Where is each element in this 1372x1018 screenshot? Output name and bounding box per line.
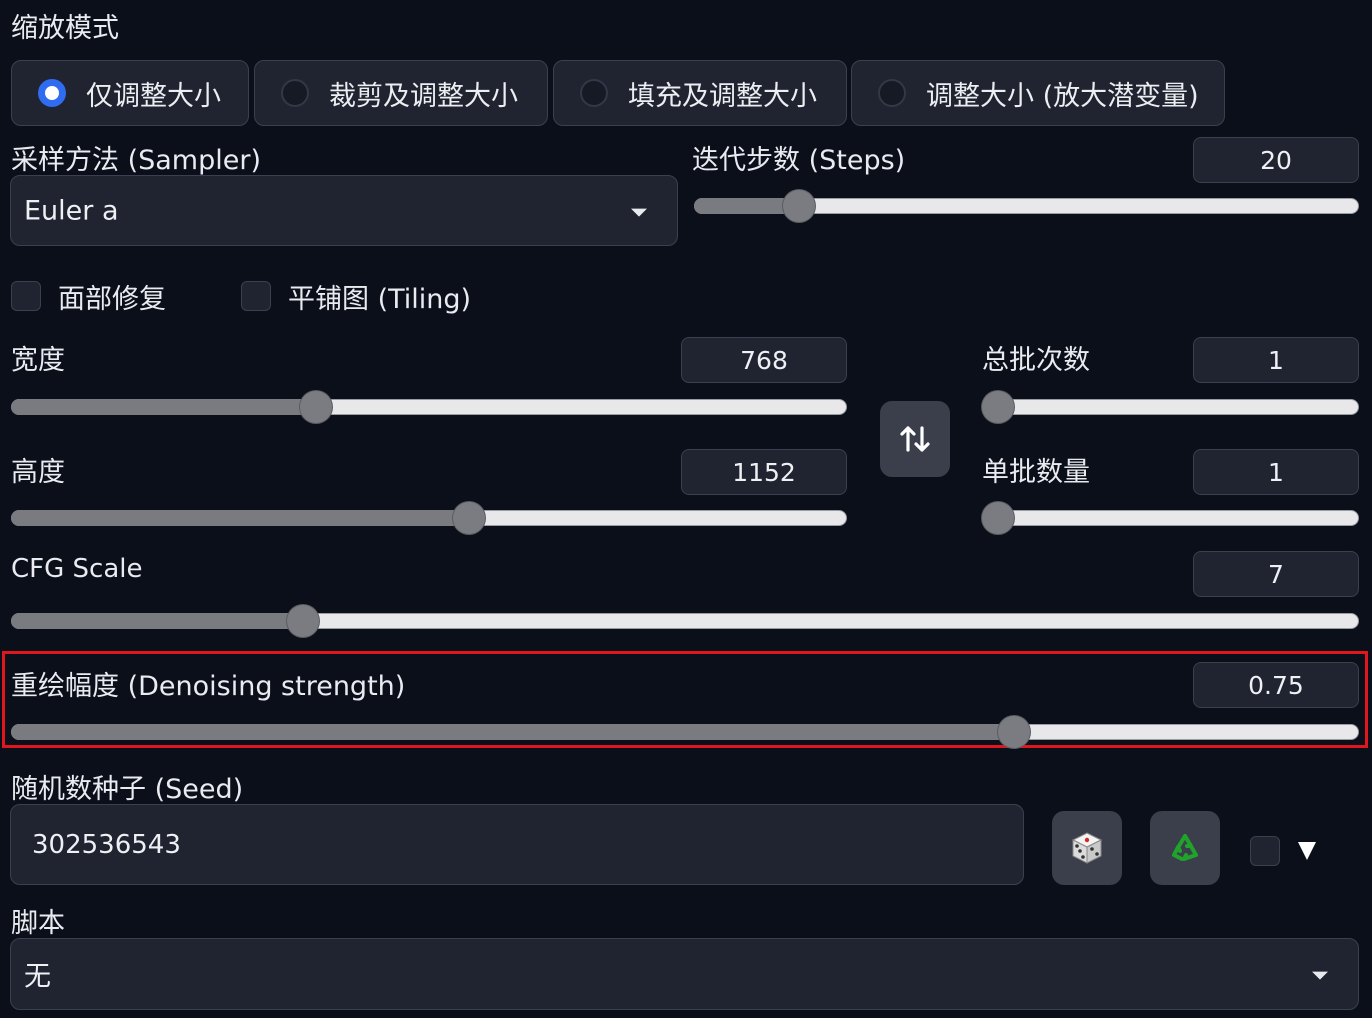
face-restore-checkbox[interactable]	[11, 281, 41, 311]
slider-fill	[11, 613, 304, 629]
radio-fill-and-resize[interactable]: 填充及调整大小	[553, 60, 847, 126]
cfg-scale-input[interactable]: 7	[1193, 551, 1359, 597]
seed-input[interactable]: 302536543	[10, 804, 1024, 885]
steps-input[interactable]: 20	[1193, 137, 1359, 183]
batch-size-input[interactable]: 1	[1193, 449, 1359, 495]
radio-indicator	[281, 79, 309, 107]
slider-fill	[11, 399, 317, 415]
batch-count-label: 总批次数	[982, 345, 1090, 376]
radio-indicator	[878, 79, 906, 107]
radio-label: 调整大小 (放大潜变量)	[926, 80, 1199, 112]
height-slider[interactable]	[11, 502, 847, 534]
width-input[interactable]: 768	[681, 337, 847, 383]
batch-size-slider[interactable]	[982, 502, 1359, 534]
resize-mode-label: 缩放模式	[11, 13, 119, 44]
slider-thumb[interactable]	[453, 502, 486, 534]
batch-count-slider[interactable]	[982, 391, 1359, 423]
width-slider[interactable]	[11, 391, 847, 423]
height-label: 高度	[11, 457, 65, 488]
radio-label: 裁剪及调整大小	[329, 80, 518, 112]
recycle-icon	[1172, 834, 1198, 861]
steps-slider[interactable]	[694, 190, 1359, 222]
radio-latent-upscale[interactable]: 调整大小 (放大潜变量)	[851, 60, 1225, 126]
cfg-scale-label: CFG Scale	[11, 554, 143, 584]
swap-dimensions-button[interactable]	[880, 401, 950, 477]
height-input[interactable]: 1152	[681, 449, 847, 495]
width-label: 宽度	[11, 345, 65, 376]
denoising-slider[interactable]	[11, 716, 1359, 748]
cfg-scale-slider[interactable]	[11, 605, 1359, 637]
slider-fill	[11, 724, 1014, 740]
slider-thumb[interactable]	[982, 502, 1014, 534]
denoising-input[interactable]: 0.75	[1193, 662, 1359, 708]
face-restore-label: 面部修复	[58, 284, 166, 315]
steps-label: 迭代步数 (Steps)	[692, 145, 906, 176]
radio-indicator	[580, 79, 608, 107]
tiling-checkbox[interactable]	[241, 281, 271, 311]
slider-thumb[interactable]	[982, 391, 1014, 423]
slider-thumb[interactable]	[998, 716, 1030, 748]
reuse-seed-button[interactable]	[1150, 811, 1220, 885]
denoising-label: 重绘幅度 (Denoising strength)	[11, 671, 406, 702]
batch-size-label: 单批数量	[982, 457, 1090, 488]
radio-resize-only[interactable]: 仅调整大小	[11, 60, 249, 126]
slider-thumb[interactable]	[300, 391, 333, 423]
batch-count-input[interactable]: 1	[1193, 337, 1359, 383]
seed-value: 302536543	[32, 829, 181, 860]
dice-icon	[1071, 832, 1103, 864]
script-dropdown[interactable]: 无	[10, 938, 1359, 1010]
radio-crop-and-resize[interactable]: 裁剪及调整大小	[254, 60, 548, 126]
script-label: 脚本	[11, 908, 65, 939]
random-seed-button[interactable]	[1052, 811, 1122, 885]
extra-seed-checkbox[interactable]	[1250, 836, 1280, 866]
seed-label: 随机数种子 (Seed)	[11, 774, 244, 805]
chevron-down-icon	[1312, 971, 1328, 980]
chevron-down-icon	[631, 208, 647, 217]
script-value: 无	[24, 961, 51, 993]
radio-label: 填充及调整大小	[628, 80, 817, 112]
radio-label: 仅调整大小	[86, 80, 221, 112]
radio-indicator-selected	[38, 79, 66, 107]
slider-track	[982, 510, 1359, 526]
sampler-label: 采样方法 (Sampler)	[11, 145, 261, 176]
swap-arrows-icon	[900, 426, 930, 452]
sampler-dropdown[interactable]: Euler a	[10, 175, 678, 246]
sampler-value: Euler a	[24, 195, 119, 226]
slider-thumb[interactable]	[287, 605, 320, 637]
slider-track	[982, 399, 1359, 415]
tiling-label: 平铺图 (Tiling)	[288, 284, 472, 315]
slider-fill	[11, 510, 470, 526]
triangle-down-icon[interactable]	[1298, 842, 1316, 860]
slider-thumb[interactable]	[782, 190, 815, 222]
